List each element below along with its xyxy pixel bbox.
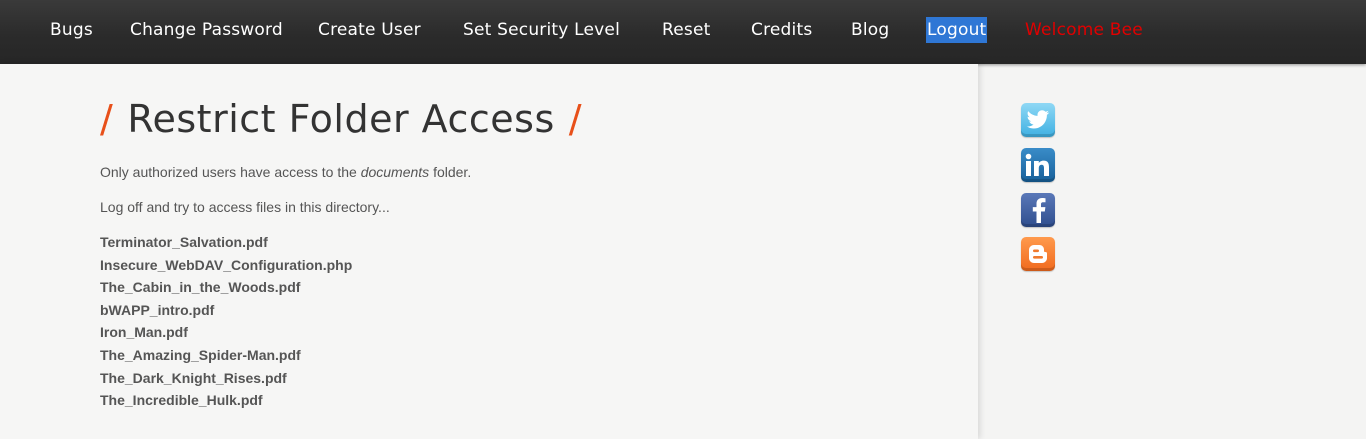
twitter-icon[interactable] xyxy=(1021,103,1055,137)
intro-paragraph: Only authorized users have access to the… xyxy=(100,164,471,180)
nav-change-password[interactable]: Change Password xyxy=(130,17,283,43)
file-link[interactable]: Insecure_WebDAV_Configuration.php xyxy=(100,257,352,273)
title-slash-left: / xyxy=(100,97,114,141)
facebook-glyph xyxy=(1032,198,1046,223)
file-link[interactable]: The_Incredible_Hulk.pdf xyxy=(100,392,263,408)
file-list: Terminator_Salvation.pdf Insecure_WebDAV… xyxy=(100,233,352,414)
linkedin-glyph xyxy=(1025,153,1049,176)
intro-prefix: Only authorized users have access to the xyxy=(100,164,361,180)
nav-set-security-level[interactable]: Set Security Level xyxy=(463,17,620,43)
list-item: Insecure_WebDAV_Configuration.php xyxy=(100,256,352,279)
file-link[interactable]: The_Cabin_in_the_Woods.pdf xyxy=(100,279,300,295)
nav-create-user[interactable]: Create User xyxy=(318,17,421,43)
file-link[interactable]: Iron_Man.pdf xyxy=(100,324,188,340)
nav-logout[interactable]: Logout xyxy=(926,17,988,43)
blogger-icon[interactable] xyxy=(1021,237,1055,271)
intro-emphasis: documents xyxy=(360,164,430,180)
list-item: The_Amazing_Spider-Man.pdf xyxy=(100,346,352,369)
list-item: bWAPP_intro.pdf xyxy=(100,301,352,324)
title-slash-right: / xyxy=(568,97,583,141)
nav-reset[interactable]: Reset xyxy=(662,17,711,43)
intro-suffix: folder. xyxy=(429,164,472,180)
welcome-message: Welcome Bee xyxy=(1025,20,1143,40)
page-title-text: Restrict Folder Access xyxy=(127,97,555,141)
nav-credits[interactable]: Credits xyxy=(751,17,812,43)
facebook-icon[interactable] xyxy=(1021,193,1055,227)
linkedin-icon[interactable] xyxy=(1021,148,1055,182)
list-item: Terminator_Salvation.pdf xyxy=(100,233,352,256)
file-link[interactable]: The_Amazing_Spider-Man.pdf xyxy=(100,347,301,363)
blogger-glyph xyxy=(1029,245,1047,263)
top-navbar: Bugs Change Password Create User Set Sec… xyxy=(0,0,1366,64)
twitter-bird-glyph xyxy=(1026,110,1050,129)
list-item: The_Cabin_in_the_Woods.pdf xyxy=(100,278,352,301)
page-title: / Restrict Folder Access / xyxy=(100,93,582,145)
instruction-paragraph: Log off and try to access files in this … xyxy=(100,199,390,215)
list-item: The_Incredible_Hulk.pdf xyxy=(100,391,352,414)
file-link[interactable]: bWAPP_intro.pdf xyxy=(100,302,214,318)
nav-blog[interactable]: Blog xyxy=(851,17,889,43)
file-link[interactable]: The_Dark_Knight_Rises.pdf xyxy=(100,370,287,386)
nav-bugs[interactable]: Bugs xyxy=(50,17,93,43)
list-item: The_Dark_Knight_Rises.pdf xyxy=(100,369,352,392)
list-item: Iron_Man.pdf xyxy=(100,323,352,346)
file-link[interactable]: Terminator_Salvation.pdf xyxy=(100,234,268,250)
